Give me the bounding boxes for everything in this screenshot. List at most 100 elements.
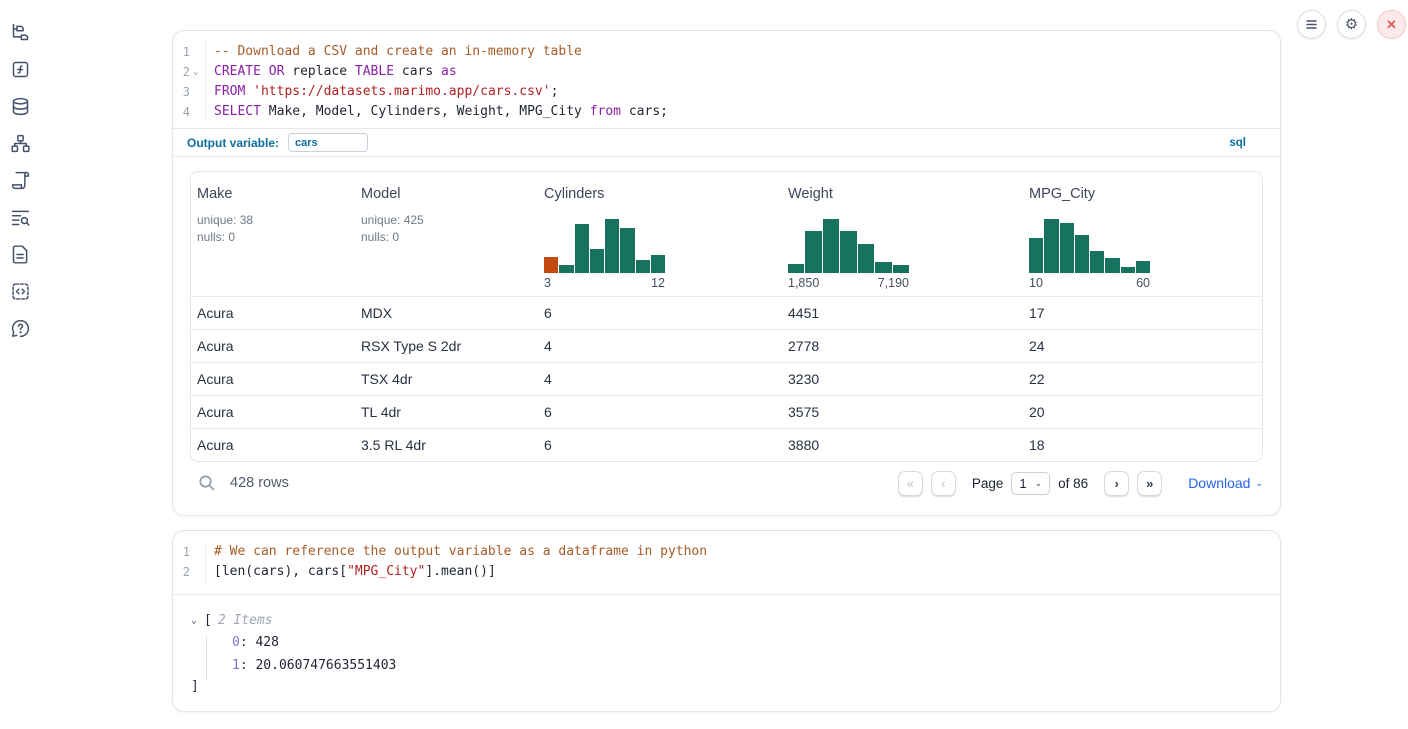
- sidebar-item-logs[interactable]: [9, 169, 32, 192]
- text-search-icon: [10, 207, 31, 228]
- python-cell: 1 # We can reference the output variable…: [172, 530, 1281, 712]
- table-row: Acura TSX 4dr 4 3230 22: [191, 362, 1262, 395]
- code-text: # We can reference the output variable a…: [206, 542, 707, 562]
- settings-button[interactable]: ⚙: [1337, 10, 1366, 39]
- next-page-button[interactable]: ›: [1104, 471, 1129, 496]
- open-bracket: [: [204, 613, 212, 628]
- database-icon: [10, 96, 31, 117]
- line-number: 2: [183, 562, 193, 582]
- cell-cylinders: 6: [538, 297, 782, 329]
- tree-entry: 1: 20.060747663551403: [191, 656, 1262, 676]
- histogram-bar: [1075, 235, 1089, 273]
- line-number: 3: [183, 82, 193, 102]
- download-button[interactable]: Download ⌄: [1188, 475, 1263, 491]
- column-header-weight[interactable]: Weight 1,8507,190: [782, 172, 1023, 296]
- cell-make: Acura: [191, 363, 355, 395]
- code-line: 2 [len(cars), cars["MPG_City"].mean()]: [173, 562, 1280, 582]
- code-text: FROM 'https://datasets.marimo.app/cars.c…: [206, 82, 558, 102]
- cell-make: Acura: [191, 330, 355, 362]
- chevron-down-icon: ⌄: [1255, 478, 1263, 489]
- cell-mpg-city: 22: [1023, 363, 1262, 395]
- python-code-editor[interactable]: 1 # We can reference the output variable…: [173, 531, 1280, 594]
- entry-value: 20.060747663551403: [255, 658, 396, 673]
- cell-model: TL 4dr: [355, 396, 538, 428]
- histogram-bar: [575, 224, 589, 273]
- file-tree-icon: [10, 22, 31, 43]
- line-number: 4: [183, 102, 193, 122]
- search-icon[interactable]: [198, 474, 216, 492]
- sidebar-item-datasources[interactable]: [9, 95, 32, 118]
- code-text: SELECT Make, Model, Cylinders, Weight, M…: [206, 102, 668, 122]
- histogram-bar: [1136, 261, 1150, 273]
- column-header-make[interactable]: Make unique: 38nulls: 0: [191, 172, 355, 296]
- cell-model: MDX: [355, 297, 538, 329]
- sidebar-item-dependency-graph[interactable]: [9, 132, 32, 155]
- histogram-bar: [605, 219, 619, 273]
- first-page-button[interactable]: «: [898, 471, 923, 496]
- cell-weight: 3230: [782, 363, 1023, 395]
- cell-make: Acura: [191, 429, 355, 461]
- code-text: -- Download a CSV and create an in-memor…: [206, 42, 582, 62]
- function-square-icon: [10, 59, 31, 80]
- column-header-model[interactable]: Model unique: 425nulls: 0: [355, 172, 538, 296]
- histogram-bar: [1105, 258, 1119, 273]
- last-page-button[interactable]: »: [1137, 471, 1162, 496]
- sql-code-editor[interactable]: 1 -- Download a CSV and create an in-mem…: [173, 31, 1280, 128]
- cell-weight: 3880: [782, 429, 1023, 461]
- sidebar-item-variables[interactable]: [9, 58, 32, 81]
- collapse-chevron-icon[interactable]: ⌄: [191, 615, 204, 626]
- column-stat: nulls: 0: [361, 229, 534, 246]
- column-header-cylinders[interactable]: Cylinders 312: [538, 172, 782, 296]
- page-select[interactable]: 1 ⌄: [1011, 472, 1050, 495]
- histogram-bar: [590, 249, 604, 273]
- table-row: Acura RSX Type S 2dr 4 2778 24: [191, 329, 1262, 362]
- histogram-bar: [840, 231, 856, 273]
- menu-button[interactable]: [1297, 10, 1326, 39]
- column-stat: unique: 38: [197, 212, 351, 229]
- sidebar-item-file-explorer[interactable]: [9, 21, 32, 44]
- cell-weight: 2778: [782, 330, 1023, 362]
- code-line: 2⌄ CREATE OR replace TABLE cars as: [173, 62, 1280, 82]
- cell-mpg-city: 24: [1023, 330, 1262, 362]
- histogram-bar: [544, 257, 558, 273]
- prev-page-button[interactable]: ‹: [931, 471, 956, 496]
- histogram-bar: [875, 262, 891, 273]
- cell-model: 3.5 RL 4dr: [355, 429, 538, 461]
- histogram-bar: [620, 228, 634, 273]
- close-icon: ✕: [1386, 18, 1397, 31]
- language-badge[interactable]: sql: [1229, 137, 1246, 149]
- sidebar-item-table-of-contents[interactable]: [9, 206, 32, 229]
- histogram-bar: [823, 219, 839, 273]
- column-stat: nulls: 0: [197, 229, 351, 246]
- sidebar-item-help[interactable]: [9, 317, 32, 340]
- axis-max: 12: [651, 276, 665, 290]
- sidebar-item-documentation[interactable]: [9, 243, 32, 266]
- weight-histogram: 1,8507,190: [788, 219, 909, 290]
- cell-mpg-city: 17: [1023, 297, 1262, 329]
- sidebar-item-snippets[interactable]: [9, 280, 32, 303]
- data-table: Make unique: 38nulls: 0 Model unique: 42…: [190, 171, 1263, 462]
- sql-cell: 1 -- Download a CSV and create an in-mem…: [172, 30, 1281, 516]
- cell-cylinders: 4: [538, 330, 782, 362]
- tree-entry: 0: 428: [191, 633, 1262, 653]
- histogram-bar: [858, 244, 874, 273]
- cell-cylinders: 6: [538, 396, 782, 428]
- cell-mpg-city: 18: [1023, 429, 1262, 461]
- page-label: Page: [972, 476, 1004, 491]
- column-header-mpg-city[interactable]: MPG_City 1060: [1023, 172, 1262, 296]
- histogram-bar: [788, 264, 804, 273]
- axis-min: 10: [1029, 276, 1043, 290]
- histogram-bar: [1044, 219, 1058, 273]
- cell-weight: 3575: [782, 396, 1023, 428]
- table-footer: 428 rows « ‹ Page 1 ⌄ of 86 › » Download…: [190, 462, 1263, 504]
- fold-chevron-icon[interactable]: ⌄: [193, 62, 201, 82]
- output-variable-input[interactable]: [288, 133, 368, 152]
- histogram-bar: [636, 260, 650, 274]
- cell-make: Acura: [191, 396, 355, 428]
- marimo-notebook: ⚙ ✕: [0, 0, 1408, 729]
- shutdown-button[interactable]: ✕: [1377, 10, 1406, 39]
- histogram-bar: [651, 255, 665, 273]
- cell-make: Acura: [191, 297, 355, 329]
- output-variable-row: Output variable: sql: [173, 128, 1280, 157]
- column-stat: unique: 425: [361, 212, 534, 229]
